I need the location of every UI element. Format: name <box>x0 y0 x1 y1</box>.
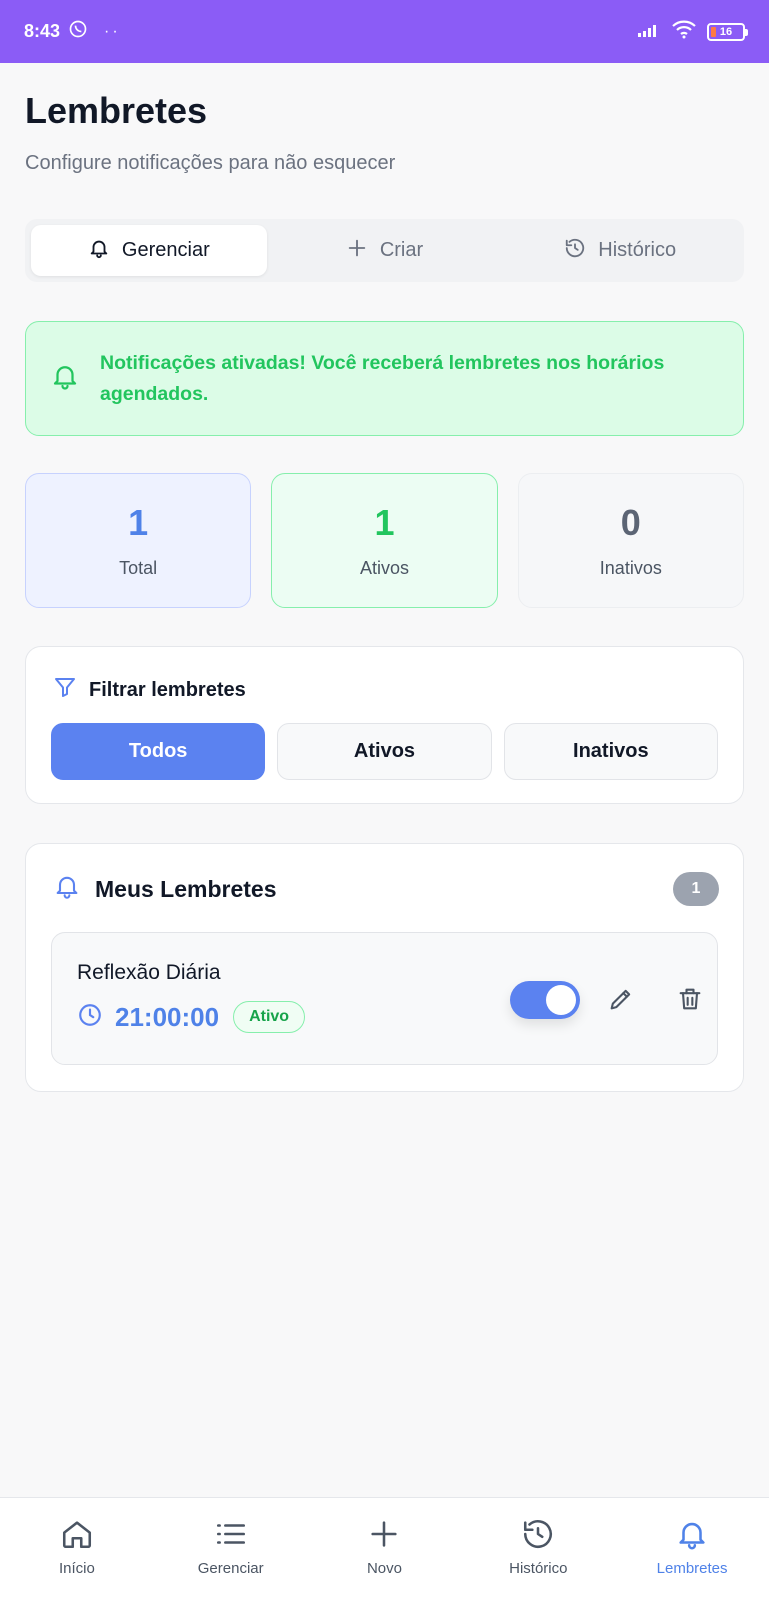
status-time: 8:43 <box>24 21 61 41</box>
bottom-nav: Início Gerenciar Novo Histórico Lembrete… <box>0 1497 769 1600</box>
reminder-toggle[interactable] <box>510 981 580 1019</box>
filter-inativos-button[interactable]: Inativos <box>503 723 718 780</box>
filter-header: Filtrar lembretes <box>53 675 246 705</box>
stat-total-label: Total <box>119 558 158 578</box>
filter-title: Filtrar lembretes <box>89 678 246 701</box>
status-bar: 8:43 ·· 16 <box>0 0 769 63</box>
tab-gerenciar[interactable]: Gerenciar <box>31 225 267 276</box>
status-left: 8:43 ·· <box>24 19 121 44</box>
nav-label: Início <box>58 1560 95 1577</box>
bell-icon <box>53 872 81 906</box>
tab-label: Criar <box>379 239 424 261</box>
battery-level: 16 <box>719 25 733 38</box>
nav-label: Histórico <box>509 1560 568 1577</box>
tab-label: Histórico <box>598 239 677 261</box>
nav-inicio[interactable]: Início <box>0 1498 154 1600</box>
reminder-item: Reflexão Diária 21:00:00 Ativo <box>51 932 718 1065</box>
bell-icon <box>674 1516 710 1552</box>
battery-icon: 16 <box>707 22 748 41</box>
tab-historico[interactable]: Histórico <box>502 225 738 276</box>
list-icon <box>213 1516 249 1552</box>
whatsapp-icon <box>68 19 88 44</box>
toggle-knob <box>546 985 576 1015</box>
reminders-header: Meus Lembretes <box>53 872 277 906</box>
filter-card: Filtrar lembretes Todos Ativos Inativos <box>25 646 744 804</box>
reminder-time-row: 21:00:00 Ativo <box>77 1001 306 1033</box>
filter-buttons: Todos Ativos Inativos <box>51 723 718 780</box>
trash-icon <box>676 988 704 1017</box>
nav-label: Lembretes <box>656 1560 728 1577</box>
filter-ativos-button[interactable]: Ativos <box>277 723 492 780</box>
reminders-card: Meus Lembretes 1 Reflexão Diária 21:00:0… <box>25 843 744 1092</box>
reminder-time: 21:00:00 <box>115 1001 220 1032</box>
page-title: Lembretes <box>25 90 208 131</box>
tab-criar[interactable]: Criar <box>267 225 503 276</box>
history-icon <box>520 1516 556 1552</box>
plus-icon <box>346 237 368 265</box>
stat-total-value: 1 <box>128 502 149 543</box>
bell-icon <box>88 237 110 265</box>
stat-active-label: Ativos <box>359 558 409 578</box>
stat-total-card: 1 Total <box>25 473 252 608</box>
nav-gerenciar[interactable]: Gerenciar <box>154 1498 308 1600</box>
stats-row: 1 Total 1 Ativos 0 Inativos <box>25 473 744 608</box>
notifications-enabled-banner: Notificações ativadas! Você receberá lem… <box>25 321 744 436</box>
page-subtitle: Configure notificações para não esquecer <box>25 152 396 174</box>
notice-text: Notificações ativadas! Você receberá lem… <box>100 351 665 405</box>
signal-icon <box>637 20 661 43</box>
stat-active-value: 1 <box>374 502 395 543</box>
pencil-icon <box>607 989 635 1017</box>
tab-bar: Gerenciar Criar Histórico <box>25 219 744 282</box>
nav-novo[interactable]: Novo <box>308 1498 462 1600</box>
home-icon <box>59 1516 95 1552</box>
bell-icon <box>50 361 80 396</box>
wifi-icon <box>671 19 697 44</box>
reminders-count-badge: 1 <box>673 872 719 906</box>
nav-historico[interactable]: Histórico <box>461 1498 615 1600</box>
status-badge: Ativo <box>233 1001 306 1033</box>
status-right: 16 <box>637 19 748 44</box>
stat-inactive-value: 0 <box>620 502 641 543</box>
clock-icon <box>77 1002 103 1033</box>
history-icon <box>564 237 586 265</box>
plus-icon <box>366 1516 402 1552</box>
delete-button[interactable] <box>676 985 706 1015</box>
filter-todos-button[interactable]: Todos <box>51 723 266 780</box>
nav-label: Gerenciar <box>197 1560 264 1577</box>
tab-label: Gerenciar <box>121 239 210 261</box>
reminder-title: Reflexão Diária <box>77 961 221 984</box>
stat-inactive-label: Inativos <box>599 558 662 578</box>
nav-lembretes[interactable]: Lembretes <box>615 1498 769 1600</box>
notification-dots: ·· <box>104 22 121 40</box>
stat-inactive-card: 0 Inativos <box>517 473 744 608</box>
edit-button[interactable] <box>607 985 637 1015</box>
reminders-title: Meus Lembretes <box>95 875 277 902</box>
filter-icon <box>53 675 77 705</box>
stat-active-card: 1 Ativos <box>271 473 498 608</box>
nav-label: Novo <box>366 1560 402 1577</box>
